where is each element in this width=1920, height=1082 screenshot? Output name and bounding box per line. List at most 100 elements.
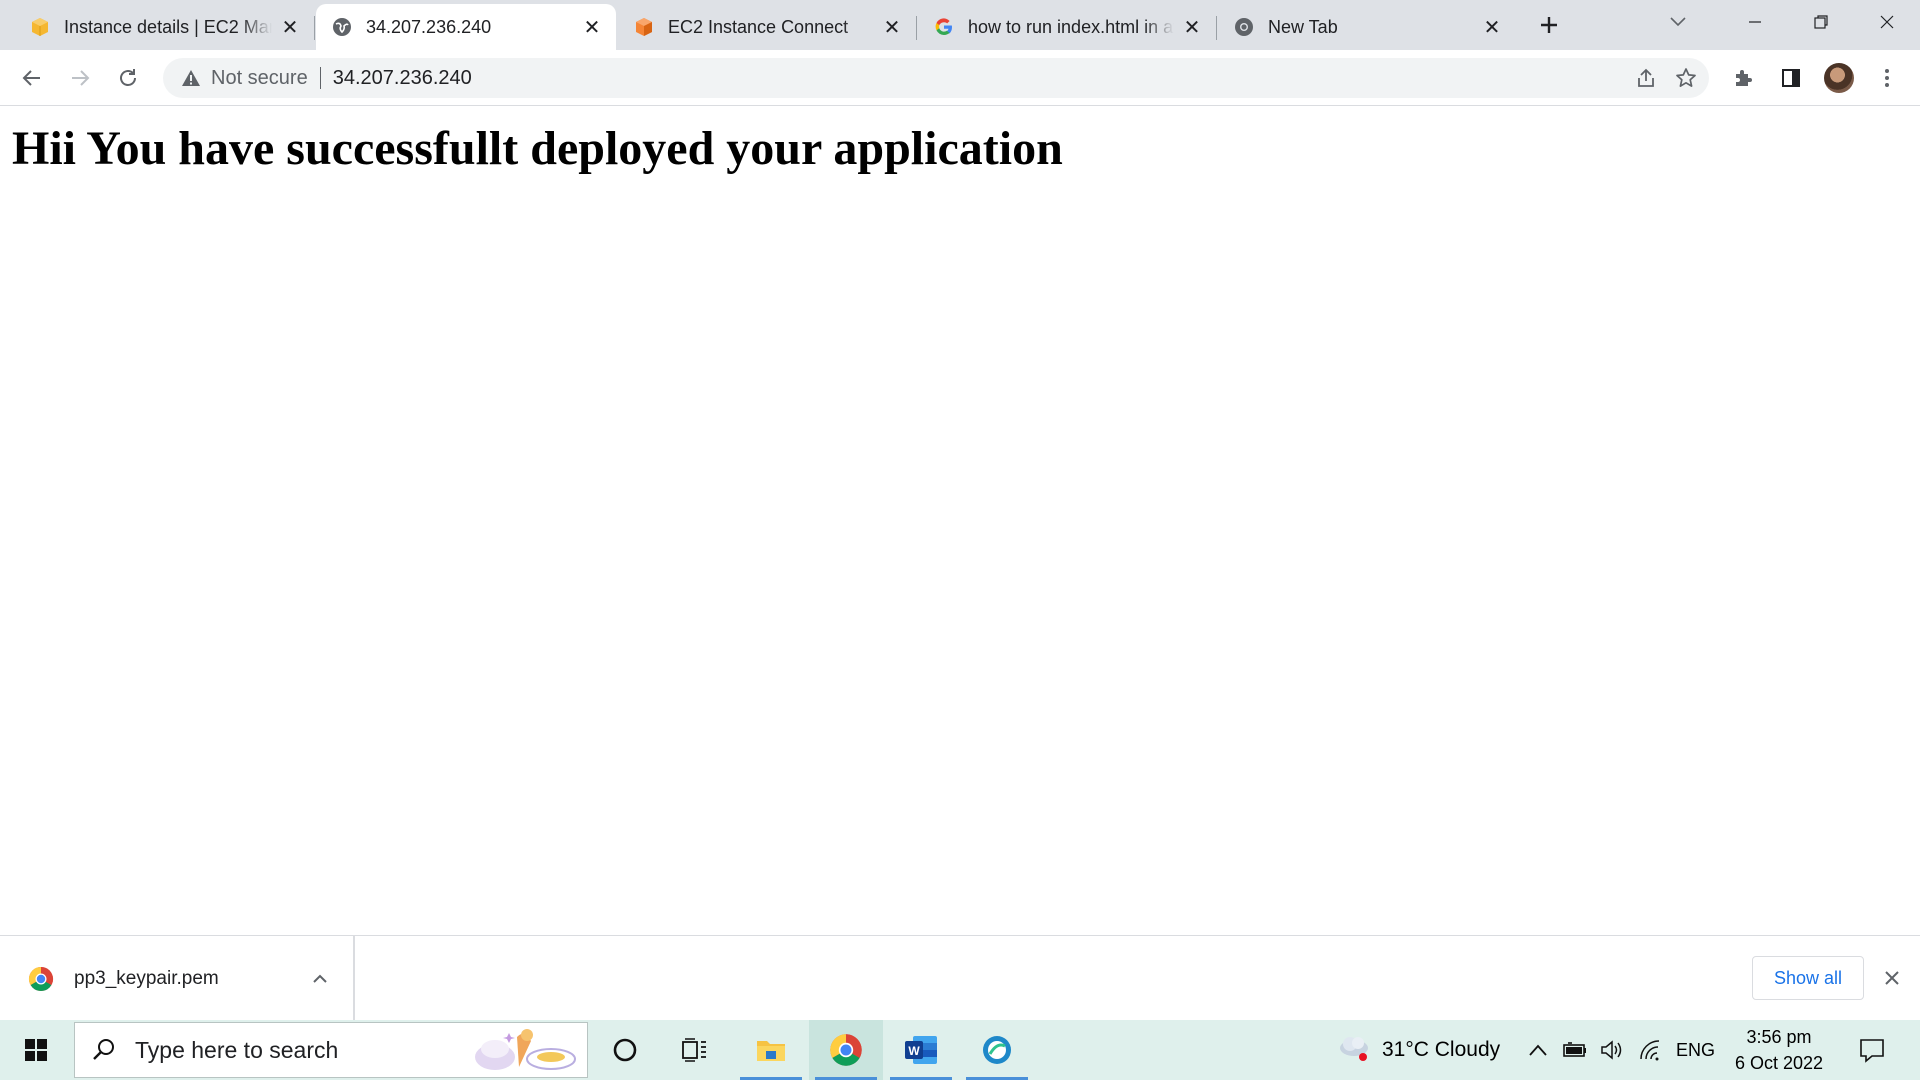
restore-button[interactable] bbox=[1788, 0, 1854, 44]
tab-title: how to run index.html in aws ec2 bbox=[968, 16, 1174, 37]
clock[interactable]: 3:56 pm 6 Oct 2022 bbox=[1716, 1024, 1842, 1076]
arrow-left-icon bbox=[22, 70, 40, 86]
menu-button[interactable] bbox=[1869, 60, 1905, 96]
aws-cube-orange-icon bbox=[634, 17, 654, 37]
tab-separator bbox=[1216, 16, 1217, 40]
windows-logo-icon bbox=[25, 1039, 47, 1061]
chevron-down-icon bbox=[1670, 17, 1686, 27]
security-label[interactable]: Not secure bbox=[211, 67, 308, 90]
cloudy-weather-icon bbox=[1336, 1032, 1372, 1068]
speaker-icon bbox=[1601, 1040, 1622, 1060]
chrome-icon bbox=[830, 1034, 862, 1066]
word-icon: W bbox=[905, 1036, 937, 1064]
tray-overflow-button[interactable] bbox=[1528, 1020, 1548, 1080]
download-shelf: pp3_keypair.pem Show all bbox=[0, 935, 1920, 1021]
language-text: ENG bbox=[1676, 1039, 1716, 1060]
task-view-button[interactable] bbox=[658, 1020, 732, 1080]
profile-button[interactable] bbox=[1821, 60, 1857, 96]
cortana-button[interactable] bbox=[588, 1020, 662, 1080]
tab-title: Instance details | EC2 Management Consol… bbox=[64, 16, 272, 37]
tab-title: 34.207.236.240 bbox=[366, 16, 492, 37]
url-text[interactable]: 34.207.236.240 bbox=[333, 67, 472, 90]
address-bar[interactable]: Not secure 34.207.236.240 bbox=[163, 58, 1709, 98]
globe-icon bbox=[332, 17, 352, 37]
close-icon[interactable]: ✕ bbox=[280, 17, 300, 39]
weather-widget[interactable]: 31°C Cloudy bbox=[1336, 1020, 1500, 1080]
address-divider bbox=[319, 67, 321, 89]
download-file-name[interactable]: pp3_keypair.pem bbox=[74, 968, 305, 990]
battery-status[interactable] bbox=[1562, 1020, 1588, 1080]
wifi-icon bbox=[1640, 1040, 1660, 1061]
tab-new-tab[interactable]: New Tab ✕ bbox=[1218, 4, 1516, 50]
word-taskbar-button[interactable]: W bbox=[884, 1020, 958, 1080]
weather-text: 31°C Cloudy bbox=[1382, 1038, 1501, 1061]
reload-icon bbox=[120, 69, 136, 86]
close-window-button[interactable] bbox=[1854, 0, 1920, 44]
chrome-taskbar-button[interactable] bbox=[809, 1020, 883, 1080]
search-placeholder: Type here to search bbox=[135, 1036, 339, 1063]
tab-strip: Instance details | EC2 Management Consol… bbox=[0, 0, 1920, 50]
forward-button[interactable] bbox=[62, 60, 98, 96]
volume-status[interactable] bbox=[1600, 1020, 1624, 1080]
close-icon bbox=[1885, 971, 1899, 985]
folder-icon bbox=[757, 1041, 785, 1061]
back-button[interactable] bbox=[14, 60, 50, 96]
arrow-right-icon bbox=[72, 70, 90, 86]
tab-instance-details[interactable]: Instance details | EC2 Management Consol… bbox=[14, 4, 315, 50]
notification-center-button[interactable] bbox=[1858, 1020, 1886, 1080]
blue-circle-app-icon bbox=[983, 1036, 1011, 1064]
battery-icon bbox=[1563, 1042, 1586, 1057]
show-all-downloads-button[interactable]: Show all bbox=[1752, 956, 1864, 1000]
file-explorer-button[interactable] bbox=[734, 1020, 808, 1080]
reload-button[interactable] bbox=[110, 60, 146, 96]
close-icon[interactable]: ✕ bbox=[882, 17, 902, 39]
notification-icon bbox=[1860, 1039, 1884, 1063]
network-status[interactable] bbox=[1638, 1020, 1662, 1080]
avatar bbox=[1824, 63, 1854, 93]
tab-ec2-instance-connect[interactable]: EC2 Instance Connect ✕ bbox=[618, 4, 917, 50]
tab-active-ip[interactable]: 34.207.236.240 ✕ bbox=[316, 4, 616, 50]
page-heading: Hii You have successfullt deployed your … bbox=[12, 122, 1063, 175]
close-icon[interactable]: ✕ bbox=[1182, 17, 1202, 39]
side-panel-button[interactable] bbox=[1773, 60, 1809, 96]
plus-icon bbox=[1541, 17, 1557, 33]
share-icon[interactable] bbox=[1631, 64, 1661, 92]
cortana-circle-icon bbox=[613, 1038, 637, 1062]
web-page-content: Hii You have successfullt deployed your … bbox=[0, 107, 1920, 935]
windows-taskbar: Type here to search W 31°C Cloudy ENG 3:… bbox=[0, 1020, 1920, 1080]
chevron-up-icon bbox=[1529, 1044, 1547, 1056]
browser-toolbar: Not secure 34.207.236.240 bbox=[0, 50, 1920, 106]
window-controls bbox=[1722, 0, 1920, 44]
app-taskbar-button[interactable] bbox=[960, 1020, 1034, 1080]
close-download-shelf-button[interactable] bbox=[1876, 962, 1908, 994]
tab-google-search[interactable]: how to run index.html in aws ec2 ✕ bbox=[918, 4, 1217, 50]
tab-search-button[interactable] bbox=[1660, 6, 1696, 38]
google-g-icon bbox=[934, 17, 954, 37]
aws-cube-yellow-icon bbox=[30, 17, 50, 37]
chevron-up-icon[interactable] bbox=[305, 964, 335, 994]
close-icon[interactable]: ✕ bbox=[582, 17, 602, 39]
clock-date: 6 Oct 2022 bbox=[1734, 1053, 1824, 1073]
clock-time: 3:56 pm bbox=[1746, 1027, 1812, 1047]
tab-separator bbox=[314, 16, 315, 40]
start-button[interactable] bbox=[0, 1020, 72, 1080]
new-tab-button[interactable] bbox=[1529, 9, 1569, 41]
kebab-menu-icon bbox=[1885, 69, 1889, 87]
svg-text:W: W bbox=[908, 1044, 920, 1058]
bookmark-star-icon[interactable] bbox=[1671, 64, 1701, 92]
extensions-button[interactable] bbox=[1725, 60, 1761, 96]
warning-icon[interactable] bbox=[179, 66, 203, 90]
chrome-file-icon bbox=[28, 966, 54, 992]
search-icon bbox=[93, 1039, 114, 1060]
taskbar-search-box[interactable]: Type here to search bbox=[74, 1022, 588, 1078]
task-view-icon bbox=[682, 1038, 706, 1062]
close-icon[interactable]: ✕ bbox=[1482, 17, 1502, 39]
search-highlight-illustration bbox=[469, 1027, 579, 1082]
tab-title: EC2 Instance Connect bbox=[668, 16, 849, 37]
input-language-button[interactable]: ENG bbox=[1676, 1020, 1715, 1080]
close-icon bbox=[1880, 15, 1894, 29]
download-item[interactable]: pp3_keypair.pem bbox=[0, 936, 355, 1021]
minimize-icon bbox=[1749, 21, 1761, 23]
minimize-button[interactable] bbox=[1722, 0, 1788, 44]
tab-title: New Tab bbox=[1268, 16, 1338, 37]
